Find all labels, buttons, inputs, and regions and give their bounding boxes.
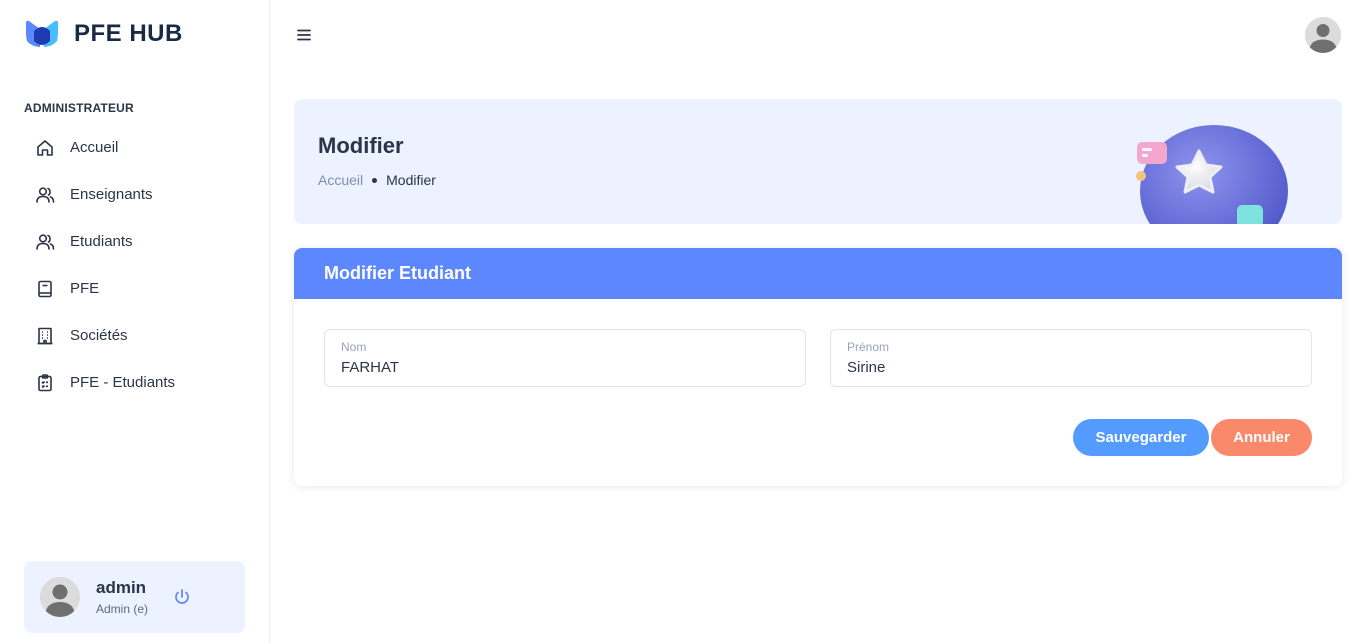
avatar-icon (1305, 17, 1341, 53)
nom-label: Nom (341, 340, 367, 354)
home-icon (34, 137, 56, 159)
page-header-banner: Modifier Accueil Modifier (294, 99, 1342, 224)
breadcrumb: Accueil Modifier (318, 172, 436, 188)
menu-toggle-button[interactable] (294, 24, 316, 46)
breadcrumb-link-accueil[interactable]: Accueil (318, 172, 363, 188)
building-icon (34, 325, 56, 347)
breadcrumb-current: Modifier (386, 172, 436, 188)
sidebar-nav: Accueil Enseignants Etudiants PFE Sociét… (24, 124, 246, 406)
sidebar-section-label: ADMINISTRATEUR (24, 101, 134, 115)
power-icon (175, 589, 189, 604)
sidebar-item-label: Accueil (70, 139, 119, 156)
sidebar-item-accueil[interactable]: Accueil (24, 124, 246, 171)
breadcrumb-separator (372, 177, 378, 183)
card-header: Modifier Etudiant (294, 248, 1342, 299)
nom-input[interactable]: FARHAT (341, 359, 399, 376)
app-name: PFE HUB (74, 20, 183, 47)
cancel-button[interactable]: Annuler (1211, 419, 1312, 456)
nom-field[interactable]: Nom FARHAT (324, 329, 806, 387)
hamburger-icon (297, 29, 311, 41)
app-root: PFE HUB ADMINISTRATEUR Accueil Enseignan… (0, 0, 1366, 643)
sidebar: PFE HUB ADMINISTRATEUR Accueil Enseignan… (0, 0, 270, 643)
sidebar-item-label: Enseignants (70, 186, 153, 203)
sidebar-item-societes[interactable]: Sociétés (24, 312, 246, 359)
clipboard-icon (34, 372, 56, 394)
logo-icon (26, 20, 58, 47)
sidebar-item-label: Etudiants (70, 233, 133, 250)
logo[interactable]: PFE HUB (24, 19, 183, 49)
sidebar-item-label: PFE - Etudiants (70, 374, 176, 391)
page-title: Modifier (318, 133, 404, 158)
edit-student-card: Modifier Etudiant Nom FARHAT Prénom Siri… (294, 248, 1342, 486)
sidebar-item-pfe[interactable]: PFE (24, 265, 246, 312)
sidebar-item-etudiants[interactable]: Etudiants (24, 218, 246, 265)
users-icon (34, 184, 56, 206)
prenom-field[interactable]: Prénom Sirine (830, 329, 1312, 387)
profile-card: admin Admin (e) (24, 561, 245, 633)
sidebar-item-enseignants[interactable]: Enseignants (24, 171, 246, 218)
prenom-input[interactable]: Sirine (847, 359, 885, 376)
profile-role: Admin (e) (96, 602, 149, 616)
banner-illustration (1136, 125, 1288, 224)
sidebar-item-label: Sociétés (70, 327, 128, 344)
card-title: Modifier Etudiant (324, 263, 471, 283)
user-avatar-button[interactable] (1305, 17, 1341, 53)
profile-text: admin Admin (e) (96, 578, 148, 616)
sidebar-item-pfe-etudiants[interactable]: PFE - Etudiants (24, 359, 246, 406)
users-icon (34, 231, 56, 253)
book-icon (34, 278, 56, 300)
sidebar-item-label: PFE (70, 280, 100, 297)
logout-button[interactable] (172, 587, 192, 607)
prenom-label: Prénom (847, 340, 890, 354)
avatar (40, 577, 80, 617)
save-button[interactable]: Sauvegarder (1073, 419, 1209, 456)
profile-name: admin (96, 578, 147, 597)
